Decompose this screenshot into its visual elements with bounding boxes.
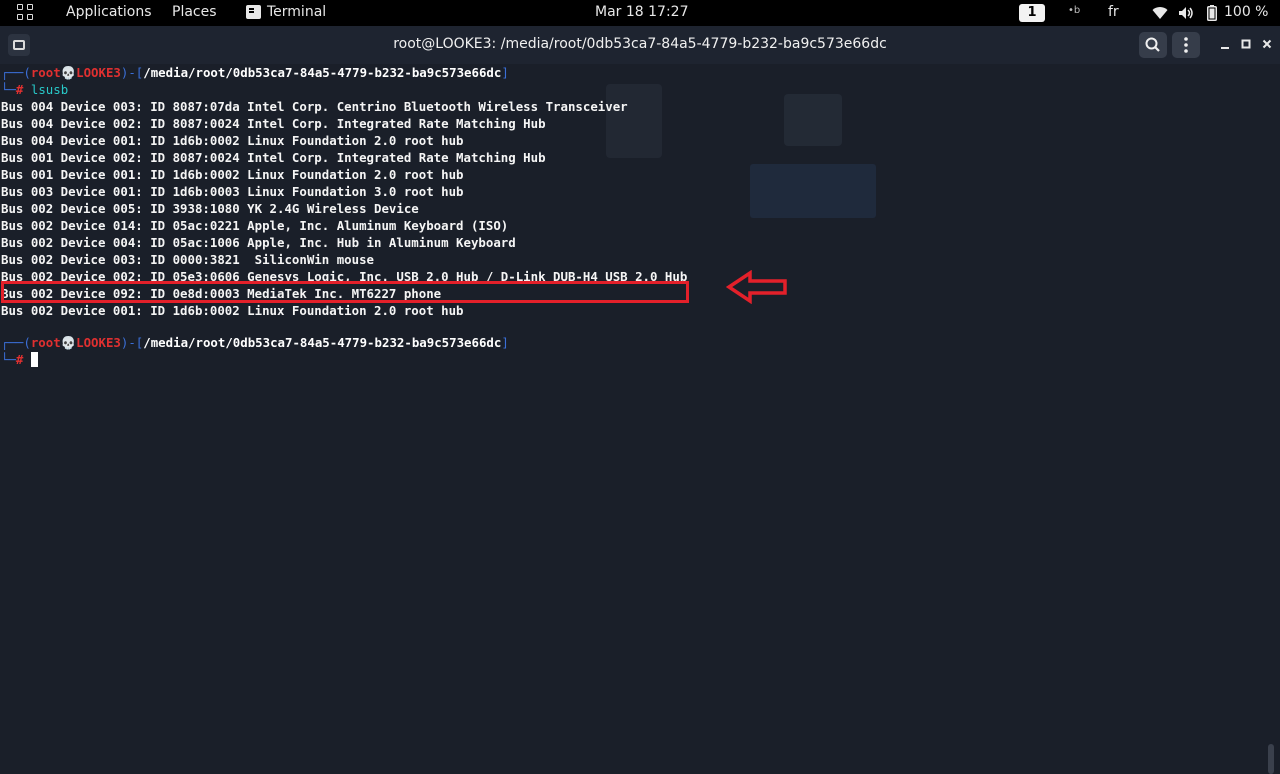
output-line: Bus 002 Device 004: ID 05ac:1006 Apple, … [1, 235, 516, 250]
workspace-indicator[interactable]: 1 [1019, 4, 1045, 22]
output-line: Bus 001 Device 002: ID 8087:0024 Intel C… [1, 150, 546, 165]
output-line: Bus 004 Device 001: ID 1d6b:0002 Linux F… [1, 133, 464, 148]
text-cursor [30, 352, 38, 367]
desktop-folder-ghost [784, 94, 842, 146]
annotation-highlight-box [1, 281, 689, 303]
desktop-selection-ghost [750, 164, 876, 218]
output-line: Bus 002 Device 005: ID 3938:1080 YK 2.4G… [1, 201, 419, 216]
output-line: Bus 002 Device 001: ID 1d6b:0002 Linux F… [1, 303, 464, 318]
places-menu[interactable]: Places [172, 4, 217, 20]
battery-percent[interactable]: 100 % [1224, 4, 1268, 20]
input-line[interactable]: └─# [1, 351, 38, 368]
terminal-body[interactable]: ┌──(root💀LOOKE3)-[/media/root/0db53ca7-8… [0, 64, 1280, 774]
output-line: Bus 004 Device 002: ID 8087:0024 Intel C… [1, 116, 546, 131]
prompt-line: ┌──(root💀LOOKE3)-[/media/root/0db53ca7-8… [1, 65, 509, 80]
search-icon [1145, 37, 1160, 52]
output-line: Bus 003 Device 001: ID 1d6b:0003 Linux F… [1, 184, 464, 199]
keyboard-layout[interactable]: fr [1108, 4, 1119, 20]
output-line: Bus 004 Device 003: ID 8087:07da Intel C… [1, 99, 628, 114]
menu-button[interactable] [1172, 32, 1200, 58]
command-line: └─# lsusb [1, 82, 69, 97]
output-line: Bus 002 Device 014: ID 05ac:0221 Apple, … [1, 218, 509, 233]
terminal-app-menu[interactable]: Terminal [267, 4, 326, 20]
clock[interactable]: Mar 18 17:27 [595, 4, 688, 20]
window-title: root@LOOKE3: /media/root/0db53ca7-84a5-4… [393, 36, 887, 52]
scrollbar[interactable] [1268, 744, 1274, 774]
wifi-icon[interactable] [1152, 6, 1168, 20]
output-line: Bus 002 Device 003: ID 0000:3821 Silicon… [1, 252, 374, 267]
prompt-line: ┌──(root💀LOOKE3)-[/media/root/0db53ca7-8… [1, 335, 509, 350]
kebab-menu-icon [1184, 37, 1188, 53]
terminal-header-bar: root@LOOKE3: /media/root/0db53ca7-84a5-4… [0, 26, 1280, 65]
desktop-file-ghost [606, 84, 662, 158]
minimize-icon[interactable] [1220, 38, 1230, 50]
battery-icon[interactable] [1207, 5, 1217, 21]
accessibility-icon[interactable]: •b [1068, 5, 1080, 16]
maximize-icon[interactable] [1241, 38, 1251, 50]
applications-menu[interactable]: Applications [66, 4, 152, 20]
terminal-app-icon [246, 5, 261, 19]
annotation-arrow-icon [726, 270, 787, 304]
output-line: Bus 001 Device 001: ID 1d6b:0002 Linux F… [1, 167, 464, 182]
gnome-top-bar: Applications Places Terminal Mar 18 17:2… [0, 0, 1280, 26]
activities-grid-icon[interactable] [17, 4, 35, 22]
search-button[interactable] [1139, 32, 1167, 58]
volume-icon[interactable] [1178, 6, 1194, 20]
close-icon[interactable] [1262, 38, 1272, 50]
